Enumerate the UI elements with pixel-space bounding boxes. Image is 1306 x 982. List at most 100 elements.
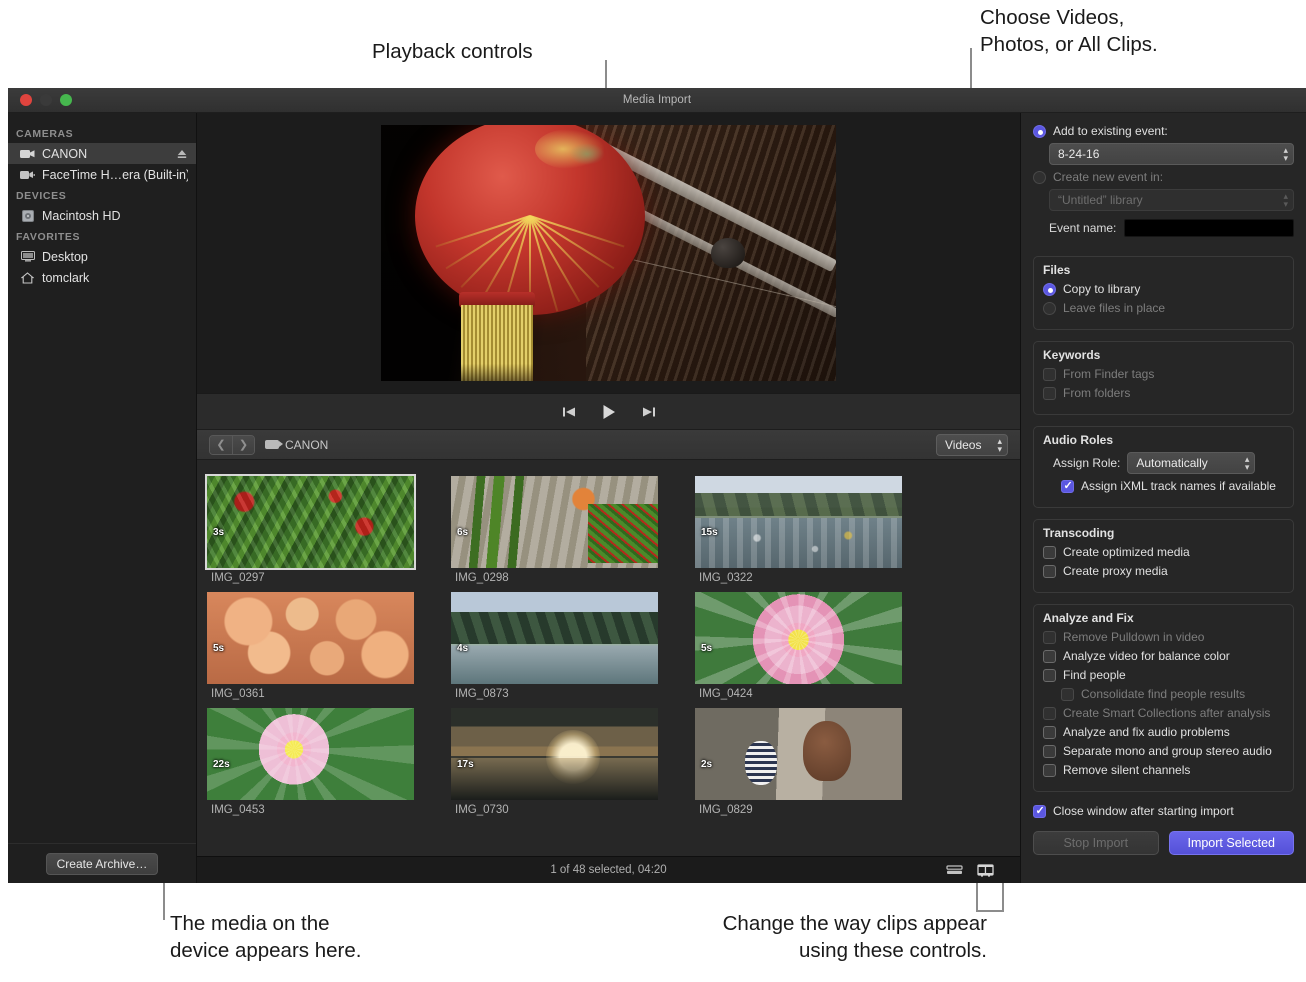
radio-add-existing[interactable] [1033, 125, 1046, 138]
clip-item[interactable]: 3s IMG_0297 [207, 476, 429, 584]
create-new-event-radio-row[interactable]: Create new event in: [1033, 170, 1294, 184]
list-view-icon[interactable] [946, 863, 963, 877]
clip-thumbnail[interactable]: 5s [695, 592, 902, 684]
clip-duration-badge: 3s [213, 527, 224, 538]
clip-item[interactable]: 6s IMG_0298 [451, 476, 673, 584]
consolidate-find-people-row[interactable]: Consolidate find people results [1043, 687, 1284, 701]
checkbox-analyze-fix-audio[interactable] [1043, 726, 1056, 739]
import-selected-button[interactable]: Import Selected [1169, 831, 1295, 855]
play-icon[interactable] [600, 403, 618, 421]
clip-thumbnail[interactable]: 17s [451, 708, 658, 800]
checkbox-analyze-balance-color[interactable] [1043, 650, 1056, 663]
radio-create-new[interactable] [1033, 171, 1046, 184]
home-icon [20, 271, 35, 284]
from-folders-row[interactable]: From folders [1043, 386, 1284, 400]
clip-name: IMG_0730 [451, 800, 673, 816]
radio-copy-to-library[interactable] [1043, 283, 1056, 296]
checkbox-create-optimized-media[interactable] [1043, 546, 1056, 559]
leave-files-in-place-row[interactable]: Leave files in place [1043, 301, 1284, 315]
sidebar-item-tomclark[interactable]: tomclark [8, 267, 196, 288]
clip-thumbnail[interactable]: 15s [695, 476, 902, 568]
find-people-row[interactable]: Find people [1043, 668, 1284, 682]
skip-back-icon[interactable] [562, 405, 576, 419]
create-smart-collections-row[interactable]: Create Smart Collections after analysis [1043, 706, 1284, 720]
sidebar-item-desktop[interactable]: Desktop [8, 246, 196, 267]
separate-mono-label: Separate mono and group stereo audio [1063, 744, 1272, 758]
add-to-existing-event-radio-row[interactable]: Add to existing event: [1033, 124, 1294, 138]
clip-duration-badge: 4s [457, 643, 468, 654]
event-name-input[interactable] [1124, 219, 1294, 237]
chevron-updown-icon: ▴▾ [1245, 455, 1250, 471]
leader-line-filmstrip [1002, 880, 1004, 912]
checkbox-consolidate-find-people[interactable] [1061, 688, 1074, 701]
analyze-balance-color-label: Analyze video for balance color [1063, 649, 1230, 663]
nav-button-group[interactable]: ❮ ❯ [209, 435, 255, 455]
checkbox-create-smart-collections[interactable] [1043, 707, 1056, 720]
checkbox-close-window[interactable] [1033, 805, 1046, 818]
clip-item[interactable]: 17s IMG_0730 [451, 708, 673, 816]
checkbox-find-people[interactable] [1043, 669, 1056, 682]
clip-item[interactable]: 4s IMG_0873 [451, 592, 673, 700]
camera-icon [20, 147, 35, 160]
remove-silent-channels-label: Remove silent channels [1063, 763, 1190, 777]
clip-item[interactable]: 2s IMG_0829 [695, 708, 917, 816]
clip-name: IMG_0873 [451, 684, 673, 700]
chevron-left-icon[interactable]: ❮ [210, 436, 232, 454]
sidebar-section-devices: DEVICES [8, 185, 196, 205]
skip-forward-icon[interactable] [642, 405, 656, 419]
clip-thumbnail[interactable]: 4s [451, 592, 658, 684]
clip-thumbnail[interactable]: 3s [207, 476, 414, 568]
sidebar-item-canon[interactable]: CANON [8, 143, 196, 164]
radio-leave-files[interactable] [1043, 302, 1056, 315]
sidebar-item-macintosh-hd[interactable]: Macintosh HD [8, 205, 196, 226]
clip-thumbnail[interactable]: 22s [207, 708, 414, 800]
clip-thumbnail[interactable]: 5s [207, 592, 414, 684]
ixml-row[interactable]: Assign iXML track names if available [1043, 479, 1284, 493]
hard-disk-icon [20, 209, 35, 222]
create-proxy-media-row[interactable]: Create proxy media [1043, 564, 1284, 578]
clip-name: IMG_0829 [695, 800, 917, 816]
checkbox-from-folders[interactable] [1043, 387, 1056, 400]
keywords-title: Keywords [1043, 348, 1284, 362]
copy-to-library-row[interactable]: Copy to library [1043, 282, 1284, 296]
chevron-right-icon[interactable]: ❯ [232, 436, 254, 454]
clip-thumbnail[interactable]: 6s [451, 476, 658, 568]
sidebar-item-label: tomclark [42, 271, 188, 285]
clip-thumbnail[interactable]: 2s [695, 708, 902, 800]
clip-type-filter-dropdown[interactable]: Videos ▴▾ [936, 434, 1008, 456]
close-window-row[interactable]: Close window after starting import [1033, 804, 1294, 818]
create-optimized-media-row[interactable]: Create optimized media [1043, 545, 1284, 559]
checkbox-from-finder-tags[interactable] [1043, 368, 1056, 381]
clip-item[interactable]: 5s IMG_0424 [695, 592, 917, 700]
sidebar-item-facetime-camera[interactable]: FaceTime H…era (Built-in) [8, 164, 196, 185]
existing-event-select[interactable]: 8-24-16 ▴▾ [1049, 143, 1294, 165]
remove-silent-channels-row[interactable]: Remove silent channels [1043, 763, 1284, 777]
checkbox-create-proxy-media[interactable] [1043, 565, 1056, 578]
sidebar-item-label: CANON [42, 147, 169, 161]
clip-item[interactable]: 15s IMG_0322 [695, 476, 917, 584]
clip-browser[interactable]: 3s IMG_0297 6s IMG_0298 [197, 460, 1020, 856]
checkbox-remove-pulldown[interactable] [1043, 631, 1056, 644]
transcoding-title: Transcoding [1043, 526, 1284, 540]
video-camera-icon [20, 168, 35, 181]
eject-icon[interactable] [176, 148, 188, 160]
checkbox-remove-silent-channels[interactable] [1043, 764, 1056, 777]
from-finder-tags-row[interactable]: From Finder tags [1043, 367, 1284, 381]
stop-import-button[interactable]: Stop Import [1033, 831, 1159, 855]
create-smart-collections-label: Create Smart Collections after analysis [1063, 706, 1270, 720]
analyze-and-fix-title: Analyze and Fix [1043, 611, 1284, 625]
clip-item[interactable]: 22s IMG_0453 [207, 708, 429, 816]
checkbox-separate-mono[interactable] [1043, 745, 1056, 758]
browser-toolbar: ❮ ❯ CANON Videos ▴▾ [197, 429, 1020, 460]
preview-image-lantern[interactable] [381, 125, 836, 381]
playback-controls [197, 393, 1020, 429]
analyze-balance-color-row[interactable]: Analyze video for balance color [1043, 649, 1284, 663]
assign-role-select[interactable]: Automatically ▴▾ [1127, 452, 1255, 474]
checkbox-assign-ixml[interactable] [1061, 480, 1074, 493]
remove-pulldown-row[interactable]: Remove Pulldown in video [1043, 630, 1284, 644]
analyze-fix-audio-row[interactable]: Analyze and fix audio problems [1043, 725, 1284, 739]
create-archive-button[interactable]: Create Archive… [46, 853, 159, 875]
separate-mono-row[interactable]: Separate mono and group stereo audio [1043, 744, 1284, 758]
clip-item[interactable]: 5s IMG_0361 [207, 592, 429, 700]
filmstrip-view-icon[interactable] [977, 863, 994, 877]
